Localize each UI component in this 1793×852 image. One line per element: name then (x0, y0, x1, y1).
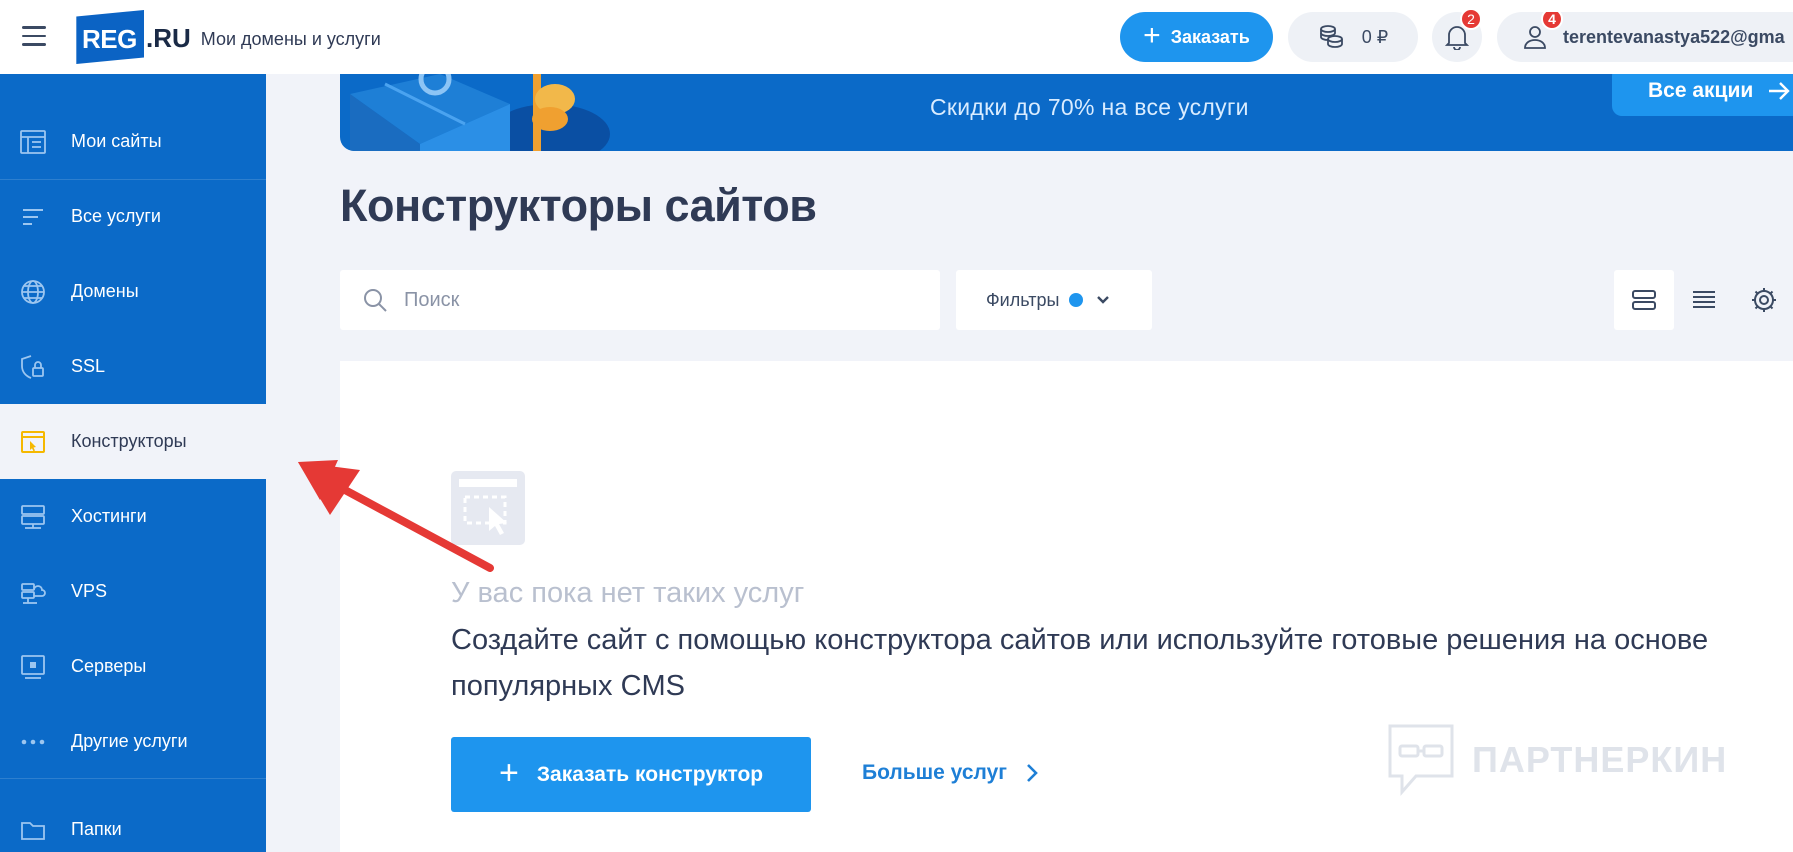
constructor-icon (18, 427, 48, 457)
filter-active-dot (1069, 293, 1084, 307)
user-menu[interactable]: 4 terentevanastya522@gma (1497, 12, 1793, 62)
settings-button[interactable] (1734, 270, 1793, 330)
sidebar-item-label: Все услуги (71, 206, 161, 226)
sidebar-item-label: Домены (71, 281, 139, 301)
list-view-icon (1693, 291, 1715, 308)
logo-ru-text: .RU (146, 22, 191, 53)
search-input[interactable] (404, 288, 904, 312)
logo-reg-text: REG (82, 24, 137, 54)
view-cards-button[interactable] (1614, 270, 1674, 330)
promo-text: Скидки до 70% на все услуги (930, 94, 1249, 120)
empty-state-description: Создайте сайт с помощью конструктора сай… (451, 624, 1709, 702)
chevron-down-icon (1097, 296, 1110, 304)
view-list-button[interactable] (1674, 270, 1734, 330)
search-icon (364, 289, 387, 312)
logo[interactable]: REG .RU Мои домены и услуги (72, 10, 381, 64)
plus-icon: + (1143, 18, 1161, 52)
filters-label: Фильтры (986, 289, 1060, 310)
user-email: terentevanastya522@gma (1563, 26, 1785, 47)
order-button[interactable]: + Заказать (1120, 12, 1273, 62)
arrow-right-icon (1769, 82, 1790, 100)
filters-dropdown[interactable]: Фильтры (956, 270, 1152, 330)
header-subtitle: Мои домены и услуги (200, 28, 381, 49)
balance-amount: 0 ₽ (1361, 26, 1389, 47)
order-constructor-label: Заказать конструктор (536, 762, 764, 786)
server-icon (18, 652, 48, 682)
empty-state-title: У вас пока нет таких услуг (451, 577, 805, 609)
sidebar-item-my-sites[interactable]: Мои сайты (0, 104, 266, 179)
order-constructor-button[interactable]: + Заказать конструктор (451, 737, 811, 812)
sidebar: Мои сайты Все услуги Домены SSL Конструк… (0, 74, 266, 852)
hosting-icon (18, 502, 48, 532)
sidebar-item-vps[interactable]: VPS (0, 554, 266, 629)
sidebar-item-ssl[interactable]: SSL (0, 329, 266, 404)
all-deals-label: Все акции (1648, 79, 1754, 102)
sidebar-item-label: Хостинги (71, 506, 147, 526)
sidebar-item-label: Другие услуги (71, 731, 188, 751)
sidebar-item-constructors[interactable]: Конструкторы (0, 404, 266, 479)
watermark-logo-icon (1388, 724, 1454, 796)
page-title: Конструкторы сайтов (340, 180, 817, 231)
chevron-right-icon (1027, 764, 1038, 782)
search-box[interactable] (340, 270, 940, 330)
sidebar-item-label: Мои сайты (71, 131, 162, 151)
sidebar-item-label: Папки (71, 819, 122, 839)
user-badge: 4 (1541, 12, 1563, 30)
vps-cloud-icon (18, 577, 48, 607)
plus-icon: + (499, 753, 519, 792)
shield-lock-icon (18, 352, 48, 382)
menu-burger-icon[interactable] (22, 26, 46, 46)
sidebar-item-domains[interactable]: Домены (0, 254, 266, 329)
sidebar-item-all-services[interactable]: Все услуги (0, 179, 266, 254)
folder-icon (18, 815, 48, 845)
more-services-label: Больше услуг (862, 761, 1007, 784)
logo-mark: REG (72, 10, 144, 64)
watermark-text: ПАРТНЕРКИН (1472, 739, 1728, 780)
coins-icon (1319, 25, 1343, 48)
all-deals-button[interactable]: Все акции (1612, 74, 1793, 116)
my-sites-icon (18, 127, 48, 157)
sidebar-item-label: Серверы (71, 656, 147, 676)
sidebar-item-label: Конструкторы (71, 431, 187, 451)
sidebar-item-hosting[interactable]: Хостинги (0, 479, 266, 554)
sidebar-item-servers[interactable]: Серверы (0, 629, 266, 704)
sidebar-item-folders[interactable]: Папки (0, 792, 266, 852)
top-header: REG .RU Мои домены и услуги + Заказать 0… (0, 0, 1793, 74)
dots-icon (18, 727, 48, 757)
notifications-badge: 2 (1460, 8, 1482, 30)
promo-banner[interactable]: Скидки до 70% на все услуги Все акции (340, 74, 1793, 151)
cards-view-icon (1632, 290, 1656, 310)
notifications-button[interactable]: 2 (1432, 8, 1482, 62)
gear-icon (1752, 288, 1776, 312)
constructor-placeholder-icon (451, 471, 525, 545)
watermark: ПАРТНЕРКИН (1386, 722, 1727, 798)
balance-button[interactable]: 0 ₽ (1288, 12, 1418, 62)
list-icon (18, 202, 48, 232)
globe-icon (18, 277, 48, 307)
gift-box-illustration (350, 74, 610, 151)
sidebar-item-label: SSL (71, 356, 106, 376)
more-services-link[interactable]: Больше услуг (862, 761, 1039, 785)
sidebar-item-other-services[interactable]: Другие услуги (0, 704, 266, 779)
sidebar-item-label: VPS (71, 581, 108, 601)
order-button-label: Заказать (1170, 26, 1250, 47)
user-icon (1524, 26, 1546, 49)
